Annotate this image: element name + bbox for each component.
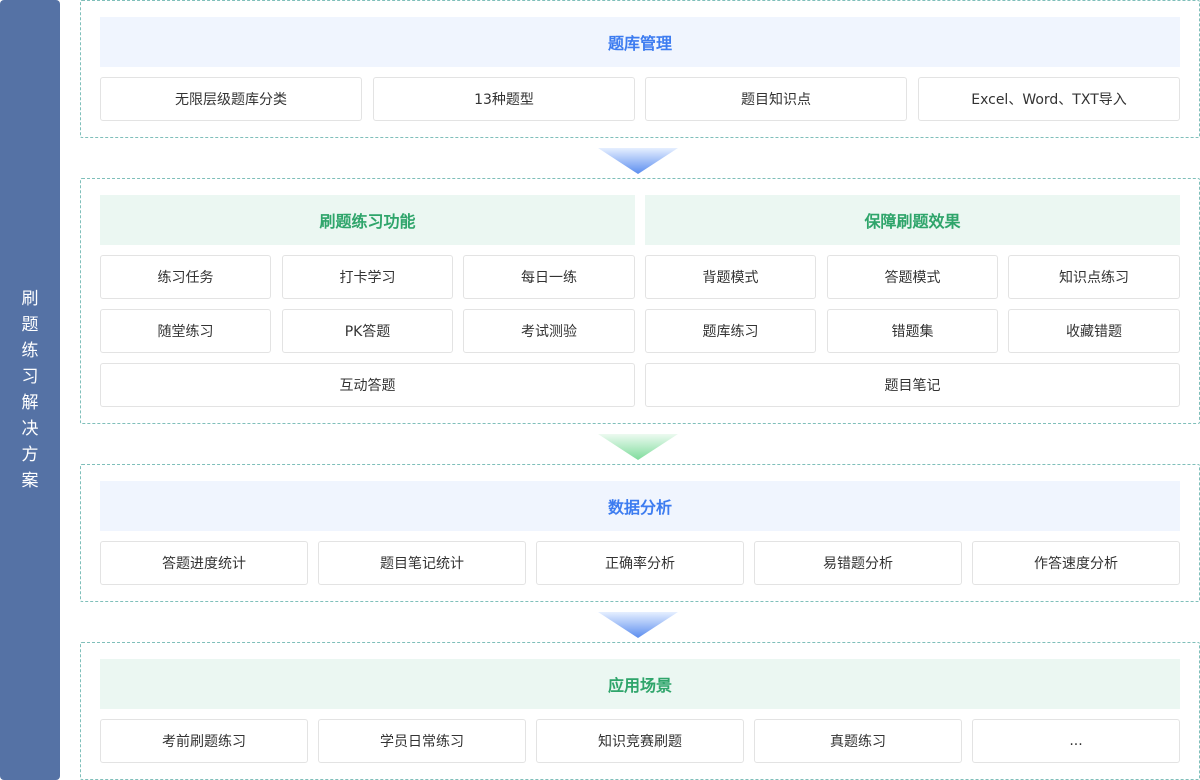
- effect-item: 知识点练习: [1008, 255, 1180, 299]
- bank-item: Excel、Word、TXT导入: [918, 77, 1180, 121]
- practice-item: 练习任务: [100, 255, 271, 299]
- practice-item: PK答题: [282, 309, 453, 353]
- analysis-item: 正确率分析: [536, 541, 744, 585]
- scenarios-header: 应用场景: [100, 659, 1180, 709]
- scenario-item: 学员日常练习: [318, 719, 526, 763]
- practice-item: 考试测验: [463, 309, 635, 353]
- practice-item: 互动答题: [100, 363, 635, 407]
- practice-item: 随堂练习: [100, 309, 271, 353]
- practice-item: 打卡学习: [282, 255, 453, 299]
- section-data-analysis: 数据分析 答题进度统计 题目笔记统计 正确率分析 易错题分析 作答速度分析: [80, 464, 1200, 602]
- section-question-bank: 题库管理 无限层级题库分类 13种题型 题目知识点 Excel、Word、TXT…: [80, 0, 1200, 138]
- data-analysis-header: 数据分析: [100, 481, 1180, 531]
- effect-item: 错题集: [827, 309, 998, 353]
- practice-features-header: 刷题练习功能: [100, 195, 635, 245]
- flow-arrow-icon: [598, 434, 678, 460]
- practice-effect-header: 保障刷题效果: [645, 195, 1180, 245]
- scenario-item: 真题练习: [754, 719, 962, 763]
- effect-item: 背题模式: [645, 255, 816, 299]
- bank-item: 题目知识点: [645, 77, 907, 121]
- analysis-item: 易错题分析: [754, 541, 962, 585]
- section-question-bank-header: 题库管理: [100, 17, 1180, 67]
- effect-item: 题目笔记: [645, 363, 1180, 407]
- analysis-item: 题目笔记统计: [318, 541, 526, 585]
- bank-item: 13种题型: [373, 77, 635, 121]
- flow-arrow-icon: [598, 148, 678, 174]
- analysis-item: 作答速度分析: [972, 541, 1180, 585]
- section-scenarios: 应用场景 考前刷题练习 学员日常练习 知识竞赛刷题 真题练习 ...: [80, 642, 1200, 780]
- bank-item: 无限层级题库分类: [100, 77, 362, 121]
- practice-item: 每日一练: [463, 255, 635, 299]
- scenario-item: ...: [972, 719, 1180, 763]
- sidebar-title: 刷题练习解决方案: [21, 289, 39, 491]
- effect-item: 收藏错题: [1008, 309, 1180, 353]
- flow-arrow-icon: [598, 612, 678, 638]
- scenario-item: 知识竞赛刷题: [536, 719, 744, 763]
- effect-item: 答题模式: [827, 255, 998, 299]
- analysis-item: 答题进度统计: [100, 541, 308, 585]
- sidebar: 刷题练习解决方案: [0, 0, 60, 780]
- section-practice: 刷题练习功能 保障刷题效果 练习任务 打卡学习 每日一练 随堂练习 PK答题 考…: [80, 178, 1200, 424]
- scenario-item: 考前刷题练习: [100, 719, 308, 763]
- effect-item: 题库练习: [645, 309, 816, 353]
